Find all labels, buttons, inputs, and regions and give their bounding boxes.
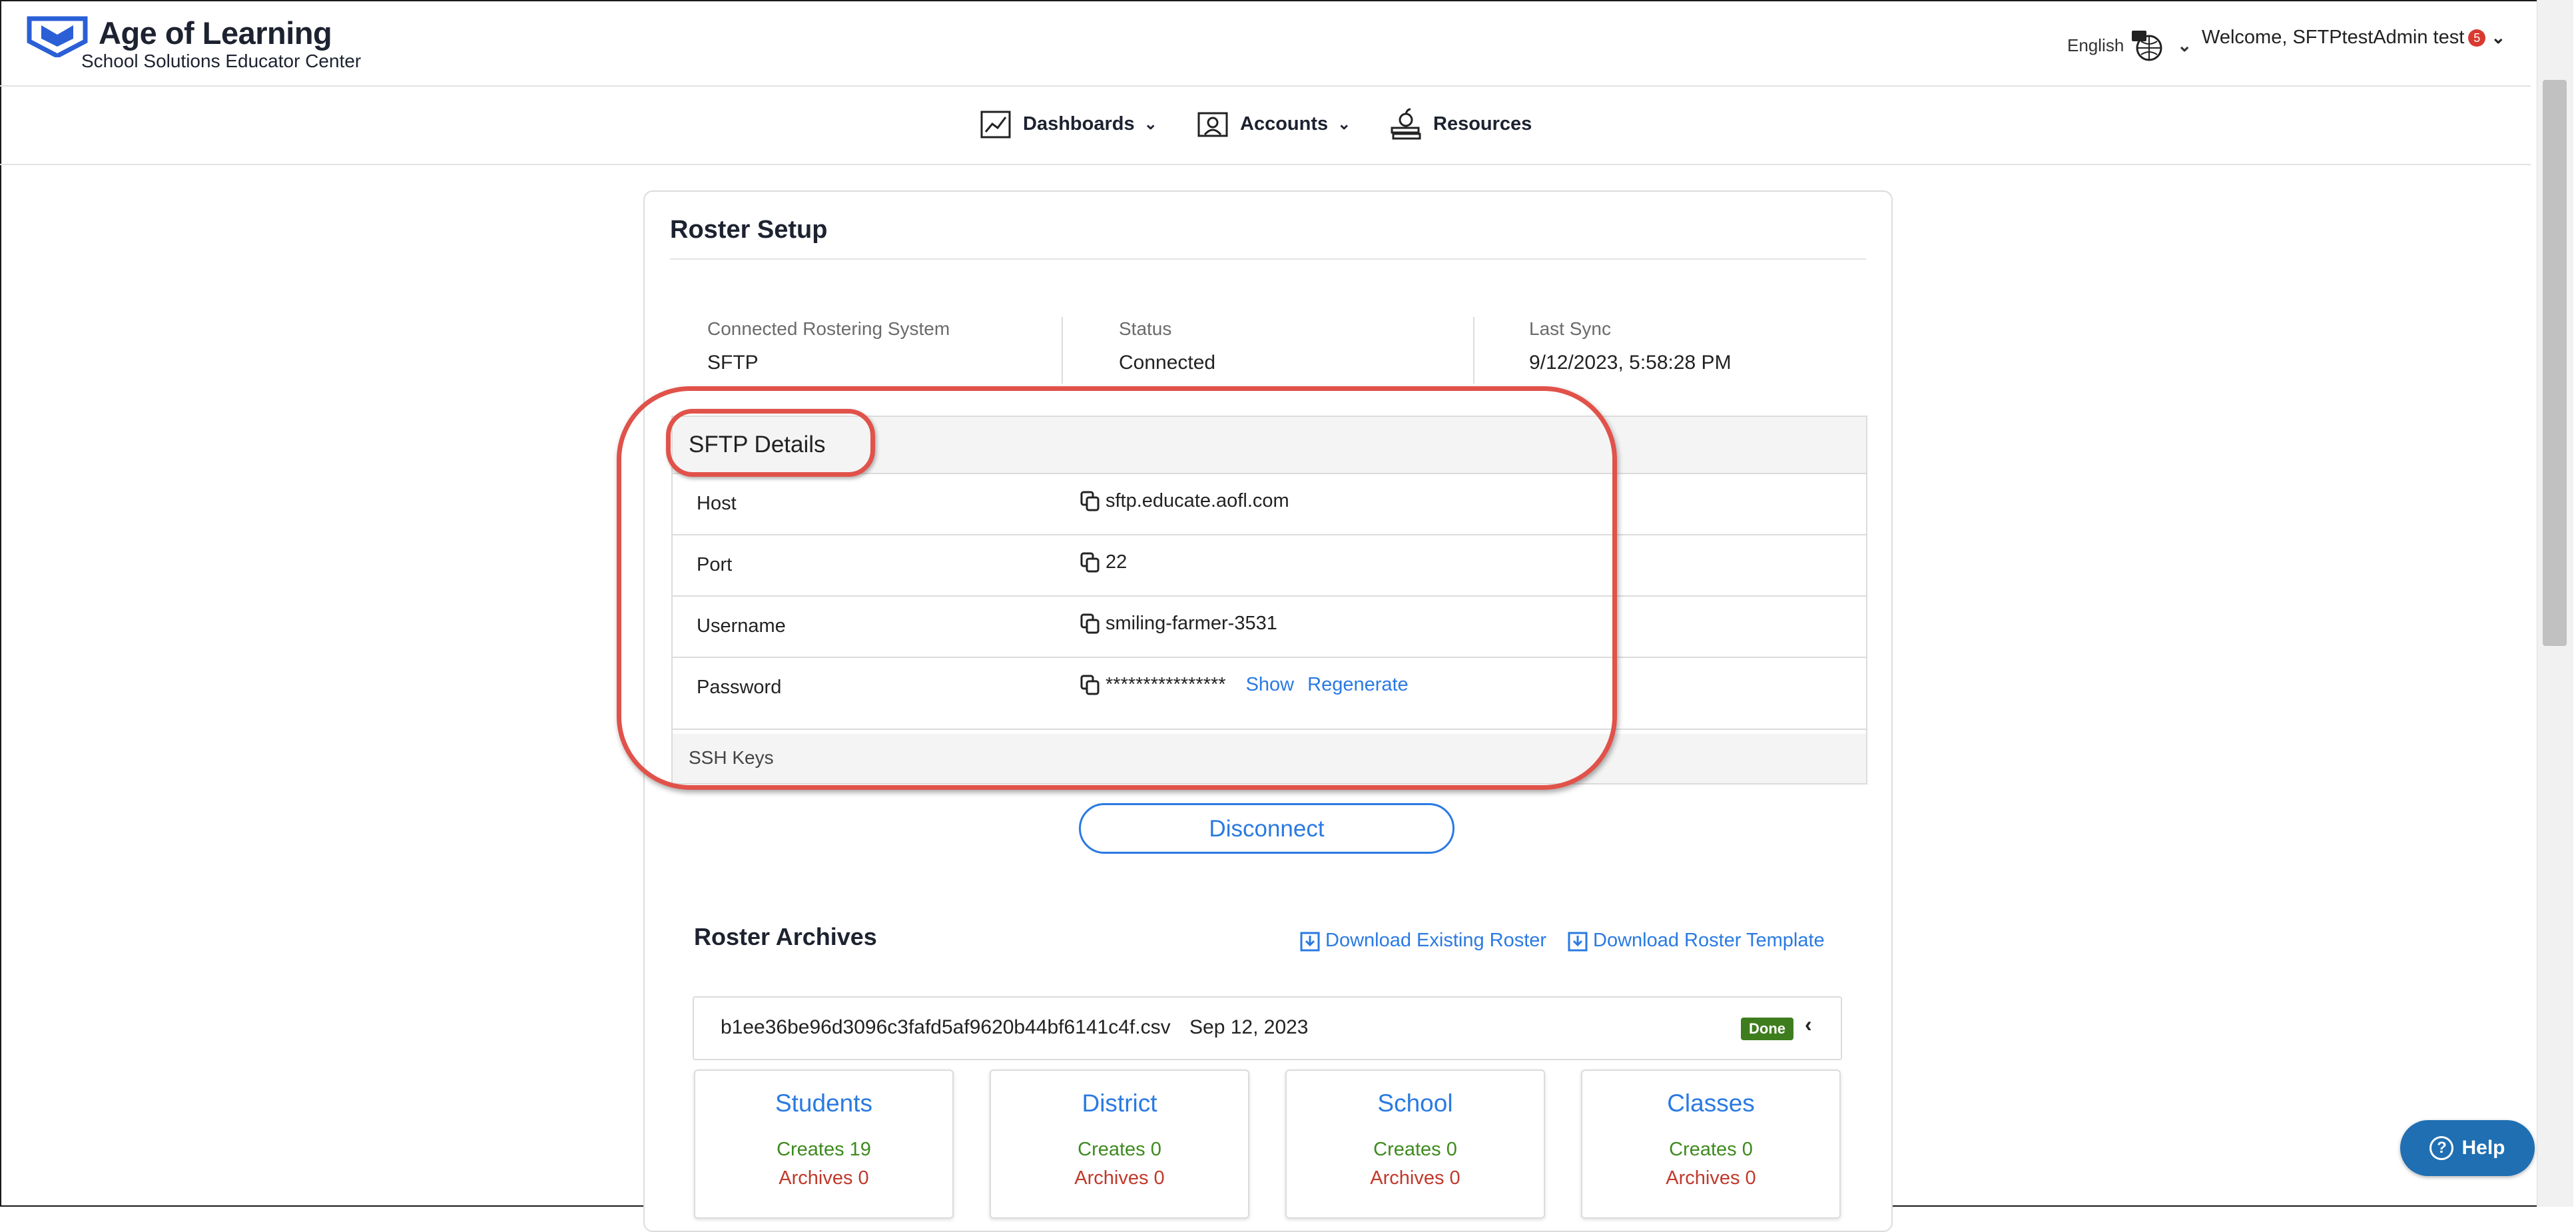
regenerate-password-link[interactable]: Regenerate xyxy=(1307,674,1409,696)
scrollbar[interactable] xyxy=(2537,0,2573,1207)
download-existing-label: Download Existing Roster xyxy=(1325,930,1547,951)
stat-card-district: District Creates 0 Archives 0 xyxy=(990,1070,1249,1219)
password-value-cell: **************** Show Regenerate xyxy=(1080,674,1409,696)
stat-archives: Archives 0 xyxy=(1666,1167,1756,1189)
chart-icon xyxy=(980,111,1011,139)
user-menu[interactable]: Welcome, SFTPtestAdmin test 5 ⌄ xyxy=(2202,27,2505,49)
help-label: Help xyxy=(2461,1137,2505,1159)
table-row: Password **************** Show Regenerat… xyxy=(673,658,1866,730)
connected-system: Connected Rostering System SFTP xyxy=(707,318,950,392)
chevron-down-icon: ⌄ xyxy=(2177,35,2192,55)
chevron-left-icon[interactable]: ‹ xyxy=(1805,1012,1812,1037)
status-badge: Done xyxy=(1741,1018,1793,1040)
accounts-icon xyxy=(1197,112,1228,137)
chevron-down-icon: ⌄ xyxy=(1337,115,1351,133)
show-password-link[interactable]: Show xyxy=(1246,674,1295,696)
status-label: Status xyxy=(1119,318,1172,339)
port-label: Port xyxy=(697,554,733,575)
stat-creates: Creates 19 xyxy=(777,1139,871,1160)
stat-title: School xyxy=(1377,1089,1453,1117)
page-title: Roster Setup xyxy=(670,216,828,244)
sync-label: Last Sync xyxy=(1529,318,1611,339)
divider xyxy=(1473,317,1474,384)
status-value: Connected xyxy=(1119,352,1216,374)
host-value: sftp.educate.aofl.com xyxy=(1106,490,1289,511)
archive-file-row[interactable]: b1ee36be96d3096c3fafd5af9620b44bf6141c4f… xyxy=(693,996,1842,1060)
books-apple-icon xyxy=(1391,108,1421,140)
stat-archives: Archives 0 xyxy=(779,1167,869,1189)
sync-value: 9/12/2023, 5:58:28 PM xyxy=(1529,352,1732,374)
sftp-details-header: SFTP Details xyxy=(673,417,1866,474)
question-icon: ? xyxy=(2429,1136,2454,1160)
chevron-down-icon: ⌄ xyxy=(1143,115,1157,133)
username-label: Username xyxy=(697,615,786,637)
password-value: **************** xyxy=(1106,674,1226,695)
help-button[interactable]: ? Help xyxy=(2400,1120,2535,1176)
stat-title: District xyxy=(1082,1089,1157,1117)
system-value: SFTP xyxy=(707,352,759,374)
disconnect-button[interactable]: Disconnect xyxy=(1079,803,1454,854)
nav-dashboards[interactable]: Dashboards ⌄ xyxy=(979,107,1157,141)
last-sync: Last Sync 9/12/2023, 5:58:28 PM xyxy=(1529,318,1732,392)
port-value-cell: 22 xyxy=(1080,551,1127,573)
username-value: smiling-farmer-3531 xyxy=(1106,613,1277,634)
stat-card-school: School Creates 0 Archives 0 xyxy=(1285,1070,1545,1219)
copy-icon[interactable] xyxy=(1080,613,1100,635)
password-label: Password xyxy=(697,677,782,698)
stat-creates: Creates 0 xyxy=(1669,1139,1753,1160)
copy-icon[interactable] xyxy=(1080,675,1100,696)
download-icon xyxy=(1568,932,1588,951)
system-label: Connected Rostering System xyxy=(707,318,950,339)
file-date: Sep 12, 2023 xyxy=(1189,1016,1309,1038)
nav-accounts-label: Accounts xyxy=(1240,113,1329,135)
port-value: 22 xyxy=(1106,551,1127,573)
welcome-text: Welcome, SFTPtestAdmin test xyxy=(2202,27,2465,48)
top-bar: Age of Learning School Solutions Educato… xyxy=(0,0,2531,87)
table-row: Host sftp.educate.aofl.com xyxy=(673,474,1866,535)
nav-resources[interactable]: Resources xyxy=(1389,107,1532,141)
divider xyxy=(1062,317,1063,384)
main-nav: Dashboards ⌄ Accounts ⌄ Resources xyxy=(0,87,2531,165)
globe-icon xyxy=(2132,31,2162,61)
scrollbar-thumb[interactable] xyxy=(2543,80,2567,646)
copy-icon[interactable] xyxy=(1080,491,1100,512)
stat-card-classes: Classes Creates 0 Archives 0 xyxy=(1581,1070,1841,1219)
table-row: Port 22 xyxy=(673,535,1866,597)
host-label: Host xyxy=(697,493,737,514)
file-name: b1ee36be96d3096c3fafd5af9620b44bf6141c4f… xyxy=(721,1016,1171,1038)
copy-icon[interactable] xyxy=(1080,552,1100,573)
sftp-details-title: SFTP Details xyxy=(689,432,826,458)
host-value-cell: sftp.educate.aofl.com xyxy=(1080,490,1289,512)
nav-accounts[interactable]: Accounts ⌄ xyxy=(1196,107,1351,141)
stat-archives: Archives 0 xyxy=(1074,1167,1165,1189)
stat-creates: Creates 0 xyxy=(1078,1139,1161,1160)
connection-status: Status Connected xyxy=(1119,318,1215,392)
language-selector[interactable]: English ⌄ xyxy=(2067,28,2192,63)
nav-resources-label: Resources xyxy=(1433,113,1532,135)
ssh-keys-label: SSH Keys xyxy=(689,747,774,768)
stat-title: Classes xyxy=(1667,1089,1755,1117)
chevron-down-icon: ⌄ xyxy=(2491,27,2506,47)
download-template-label: Download Roster Template xyxy=(1593,930,1825,951)
divider xyxy=(670,258,1866,260)
download-icon xyxy=(1300,932,1320,951)
username-value-cell: smiling-farmer-3531 xyxy=(1080,613,1277,635)
stat-title: Students xyxy=(775,1089,873,1117)
sftp-details-table: SFTP Details Host sftp.educate.aofl.com … xyxy=(671,416,1867,784)
stat-archives: Archives 0 xyxy=(1370,1167,1460,1189)
brand-subtitle: School Solutions Educator Center xyxy=(81,51,362,71)
roster-archives-title: Roster Archives xyxy=(694,923,877,950)
ssh-keys-section[interactable]: SSH Keys xyxy=(673,734,1866,783)
download-existing-roster-link[interactable]: Download Existing Roster xyxy=(1300,930,1546,952)
notification-badge: 5 xyxy=(2468,29,2486,47)
brand-title: Age of Learning xyxy=(99,15,332,51)
language-label: English xyxy=(2067,35,2124,55)
stat-creates: Creates 0 xyxy=(1373,1139,1457,1160)
download-roster-template-link[interactable]: Download Roster Template xyxy=(1568,930,1825,952)
stat-card-students: Students Creates 19 Archives 0 xyxy=(694,1070,954,1219)
logo-icon xyxy=(27,16,88,57)
table-row: Username smiling-farmer-3531 xyxy=(673,597,1866,658)
nav-dashboards-label: Dashboards xyxy=(1023,113,1135,135)
